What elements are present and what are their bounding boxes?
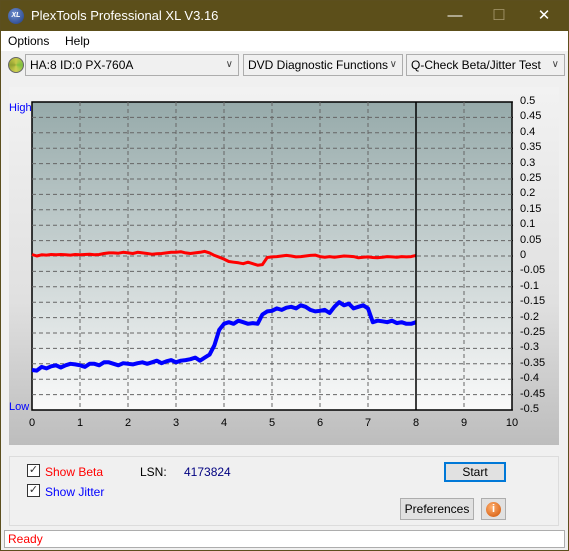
y-tick-label: 0.5: [520, 95, 536, 107]
x-tick-label: 7: [364, 417, 372, 429]
title-bar: XL PlexTools Professional XL V3.16 — ☐ ✕: [1, 1, 568, 31]
test-select-value: Q-Check Beta/Jitter Test: [411, 58, 541, 72]
x-tick-label: 6: [316, 417, 324, 429]
show-jitter-label: Show Jitter: [45, 485, 105, 499]
x-tick-label: 1: [76, 417, 84, 429]
y-tick-label: -0.45: [520, 387, 546, 400]
y-tick-label: -0.4: [520, 372, 539, 385]
status-bar: Ready: [4, 530, 565, 548]
y-tick-label: -0.5: [520, 403, 539, 415]
drive-select[interactable]: HA:8 ID:0 PX-760A ∨: [25, 54, 239, 76]
low-label: Low: [9, 401, 30, 413]
function-select-value: DVD Diagnostic Functions: [248, 58, 389, 72]
x-tick-label: 5: [268, 417, 276, 429]
y-tick-label: -0.1: [520, 279, 539, 292]
y-tick-label: -0.35: [520, 356, 546, 369]
window-title: PlexTools Professional XL V3.16: [31, 8, 219, 23]
app-logo-text: XL: [11, 12, 21, 19]
test-select[interactable]: Q-Check Beta/Jitter Test ∨: [406, 54, 565, 76]
y-tick-label: 0.4: [520, 125, 536, 138]
app-window: XL PlexTools Professional XL V3.16 — ☐ ✕…: [0, 0, 569, 551]
maximize-icon[interactable]: ☐: [484, 5, 514, 27]
y-tick-label: 0.1: [520, 218, 536, 231]
y-tick-label: 0.3: [520, 156, 536, 169]
menu-help[interactable]: Help: [65, 34, 90, 48]
y-tick-label: 0.35: [520, 141, 542, 154]
beta-jitter-chart: [31, 101, 513, 411]
y-tick-label: 0.45: [520, 110, 542, 123]
x-tick-label: 9: [460, 417, 468, 429]
function-select[interactable]: DVD Diagnostic Functions ∨: [243, 54, 403, 76]
info-icon: i: [486, 502, 501, 517]
x-tick-label: 3: [172, 417, 180, 429]
x-tick-label: 4: [220, 417, 228, 429]
x-tick-label: 10: [505, 417, 519, 429]
start-button[interactable]: Start: [444, 462, 506, 482]
y-tick-label: -0.2: [520, 310, 539, 323]
x-tick-label: 2: [124, 417, 132, 429]
menu-bar: Options Help: [1, 31, 568, 51]
close-icon[interactable]: ✕: [529, 5, 559, 27]
show-beta-checkbox[interactable]: ✓: [27, 464, 40, 477]
high-label: High: [9, 102, 32, 114]
show-jitter-checkbox[interactable]: ✓: [27, 484, 40, 497]
lsn-label: LSN:: [140, 465, 167, 479]
y-tick-label: 0.2: [520, 187, 536, 200]
menu-options[interactable]: Options: [8, 34, 49, 48]
y-tick-label: -0.25: [520, 326, 546, 338]
y-tick-label: 0.05: [520, 233, 542, 246]
drive-select-value: HA:8 ID:0 PX-760A: [30, 58, 134, 72]
minimize-icon[interactable]: —: [440, 5, 470, 27]
chevron-down-icon: ∨: [551, 59, 559, 70]
y-tick-label: -0.3: [520, 341, 539, 354]
lsn-value: 4173824: [184, 465, 231, 479]
y-tick-label: 0.15: [520, 202, 542, 215]
drive-disc-icon: [8, 57, 24, 73]
info-button[interactable]: i: [481, 498, 506, 520]
x-tick-label: 8: [412, 417, 420, 429]
y-tick-label: -0.05: [520, 264, 546, 277]
chevron-down-icon: ∨: [225, 59, 233, 70]
y-tick-label: -0.15: [520, 295, 546, 308]
x-tick-label: 0: [28, 417, 36, 429]
options-panel: ✓ Show Beta ✓ Show Jitter LSN: 4173824 S…: [9, 456, 559, 526]
y-tick-label: 0.25: [520, 172, 542, 184]
chevron-down-icon: ∨: [389, 59, 397, 70]
show-beta-label: Show Beta: [45, 465, 104, 479]
app-logo-icon: XL: [8, 8, 24, 24]
preferences-button[interactable]: Preferences: [400, 498, 474, 520]
y-tick-label: 0: [520, 249, 527, 261]
